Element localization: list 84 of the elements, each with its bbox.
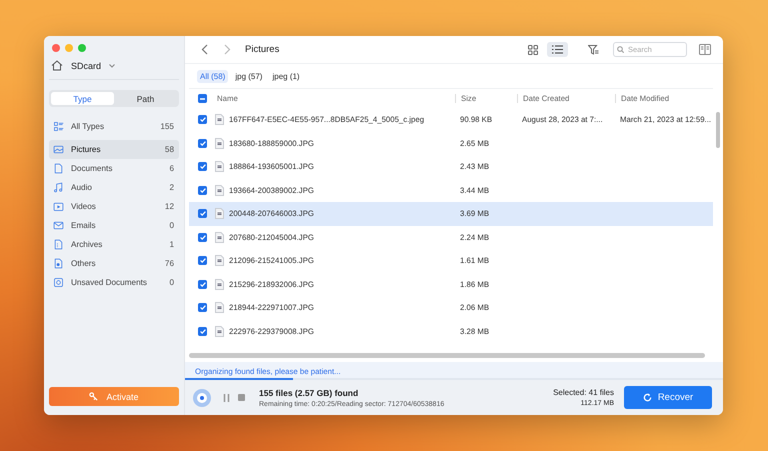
file-checkbox[interactable] xyxy=(198,162,207,172)
pictures-icon xyxy=(53,144,64,155)
select-all-checkbox[interactable] xyxy=(198,94,207,103)
filter-icon[interactable] xyxy=(588,44,599,54)
checkmark-icon xyxy=(200,117,206,122)
emails-icon xyxy=(53,220,64,231)
others-icon xyxy=(53,258,64,269)
documents-icon xyxy=(53,163,64,174)
image-file-icon xyxy=(215,302,224,314)
archives-icon xyxy=(53,239,64,250)
category-count: 1 xyxy=(169,240,174,249)
file-checkbox[interactable] xyxy=(198,232,207,242)
chevron-down-icon[interactable] xyxy=(109,64,116,68)
category-count: 6 xyxy=(169,164,174,173)
checkmark-icon xyxy=(200,258,206,264)
category-item[interactable]: Documents 6 xyxy=(49,159,179,178)
file-checkbox[interactable] xyxy=(198,326,207,336)
key-icon xyxy=(89,392,98,401)
image-file-icon xyxy=(215,208,224,220)
checkmark-icon xyxy=(200,305,206,310)
filter-tab[interactable]: jpg (57) xyxy=(232,70,266,82)
grid-icon xyxy=(528,44,538,54)
category-item[interactable]: Pictures 58 xyxy=(49,140,179,159)
image-file-icon xyxy=(215,278,224,290)
category-item[interactable]: All Types 155 xyxy=(49,117,179,136)
list-view-button[interactable] xyxy=(547,42,568,57)
category-item[interactable]: Emails 0 xyxy=(49,216,179,235)
unsaved-icon xyxy=(53,277,64,288)
category-item[interactable]: Videos 12 xyxy=(49,197,179,216)
image-file-icon xyxy=(215,114,224,126)
file-checkbox[interactable] xyxy=(198,115,207,124)
category-count: 0 xyxy=(169,278,174,287)
image-file-icon xyxy=(215,326,224,337)
category-count: 0 xyxy=(169,221,174,230)
minus-icon xyxy=(200,98,205,100)
checkmark-icon xyxy=(200,164,206,170)
file-checkbox[interactable] xyxy=(198,280,207,289)
filter-tab[interactable]: All (58) xyxy=(197,70,228,82)
image-file-icon xyxy=(215,255,224,266)
category-count: 155 xyxy=(160,122,174,131)
category-item[interactable]: Unsaved Documents 0 xyxy=(49,273,179,292)
checkmark-icon xyxy=(200,211,206,216)
refresh-icon xyxy=(642,393,652,402)
checkmark-icon xyxy=(200,140,206,146)
category-item[interactable]: Archives 1 xyxy=(49,235,179,254)
vertical-scrollbar[interactable] xyxy=(716,112,720,148)
scanning-disk-icon xyxy=(193,388,211,406)
segment-tab[interactable]: Path xyxy=(114,92,177,105)
file-checkbox[interactable] xyxy=(198,209,207,218)
category-count: 12 xyxy=(164,202,174,211)
pause-button[interactable] xyxy=(223,394,230,402)
category-item[interactable]: Audio 2 xyxy=(49,178,179,197)
image-file-icon xyxy=(215,138,224,149)
checkmark-icon xyxy=(200,328,206,334)
segment-tab[interactable]: Type xyxy=(51,92,114,105)
horizontal-scrollbar[interactable] xyxy=(189,353,705,358)
image-file-icon xyxy=(215,232,224,243)
image-file-icon xyxy=(215,184,224,196)
checkmark-icon xyxy=(200,234,206,240)
recover-button[interactable]: Recover xyxy=(624,386,712,409)
category-count: 76 xyxy=(164,259,174,268)
filter-tab[interactable]: jpeg (1) xyxy=(269,70,303,82)
file-checkbox[interactable] xyxy=(198,186,207,195)
checkmark-icon xyxy=(200,188,206,193)
category-count: 58 xyxy=(164,145,174,154)
panel-icon[interactable] xyxy=(699,44,711,55)
file-checkbox[interactable] xyxy=(198,138,207,148)
file-checkbox[interactable] xyxy=(198,256,207,266)
selected-count: Selected: 41 files xyxy=(553,388,614,397)
home-icon[interactable] xyxy=(51,60,63,71)
search-icon xyxy=(617,46,624,53)
folder-title: Pictures xyxy=(245,44,280,55)
list-icon xyxy=(552,45,563,54)
audio-icon xyxy=(53,182,64,193)
files-found: 155 files (2.57 GB) found xyxy=(259,388,360,398)
close-window-button[interactable] xyxy=(52,44,60,52)
checkmark-icon xyxy=(200,282,206,287)
device-name[interactable]: SDcard xyxy=(71,60,102,70)
videos-icon xyxy=(53,201,64,212)
file-checkbox[interactable] xyxy=(198,303,207,312)
category-item[interactable]: Others 76 xyxy=(49,254,179,273)
category-count: 2 xyxy=(169,183,174,192)
image-file-icon xyxy=(215,161,224,172)
all-icon xyxy=(53,121,64,132)
